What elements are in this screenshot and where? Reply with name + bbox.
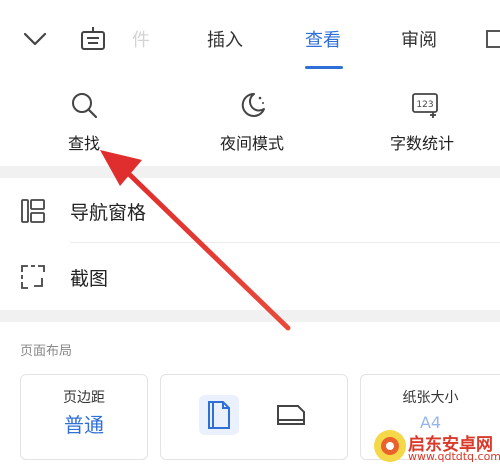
- paper-size-label: 纸张大小: [402, 390, 459, 406]
- night-mode-button[interactable]: 夜间模式: [205, 70, 305, 166]
- screenshot-icon: [21, 265, 45, 289]
- tab-review[interactable]: 审阅: [401, 26, 437, 52]
- find-button[interactable]: 查找: [50, 70, 120, 166]
- tab-view[interactable]: 查看: [305, 26, 341, 52]
- active-tab-indicator: [305, 66, 343, 69]
- screenshot-label: 截图: [70, 268, 109, 290]
- find-label: 查找: [68, 134, 101, 153]
- word-count-icon: 123: [412, 93, 438, 118]
- word-count-button[interactable]: 123 字数统计: [380, 70, 480, 166]
- portrait-button[interactable]: [199, 395, 239, 435]
- top-strip: [0, 0, 500, 8]
- navigation-pane-label: 导航窗格: [70, 202, 147, 224]
- margins-value: 普通: [64, 413, 104, 437]
- screenshot-item[interactable]: 截图: [0, 244, 500, 310]
- word-count-label: 字数统计: [390, 134, 455, 153]
- section-divider: [0, 310, 500, 322]
- orientation-card: [160, 374, 348, 460]
- margins-card[interactable]: 页边距 普通: [20, 374, 148, 460]
- svg-text:123: 123: [416, 100, 433, 110]
- tab-insert[interactable]: 插入: [207, 26, 243, 52]
- view-menu-list: 导航窗格 截图: [0, 178, 500, 310]
- watermark-url: www.qdtdtq.com: [408, 450, 500, 463]
- ribbon-tab-bar: 件 插入 查看 审阅: [0, 8, 500, 71]
- night-mode-label: 夜间模式: [220, 134, 285, 153]
- section-divider: [0, 166, 500, 178]
- portrait-icon: [208, 401, 230, 429]
- moon-icon: [241, 92, 265, 117]
- navigation-pane-icon: [21, 199, 45, 223]
- landscape-icon: [277, 405, 305, 425]
- overflow-tab-icon[interactable]: [486, 30, 500, 48]
- tab-faded[interactable]: 件: [132, 26, 150, 52]
- keyboard-icon[interactable]: [78, 24, 108, 54]
- navigation-pane-item[interactable]: 导航窗格: [0, 178, 500, 244]
- search-icon: [72, 93, 98, 119]
- margins-label: 页边距: [63, 390, 105, 406]
- chevron-down-icon[interactable]: [22, 26, 48, 52]
- landscape-button[interactable]: [271, 395, 311, 435]
- quick-actions: 查找 夜间模式 123 字数统计: [0, 70, 500, 166]
- page-layout-title: 页面布局: [20, 344, 73, 359]
- row-divider: [70, 242, 500, 243]
